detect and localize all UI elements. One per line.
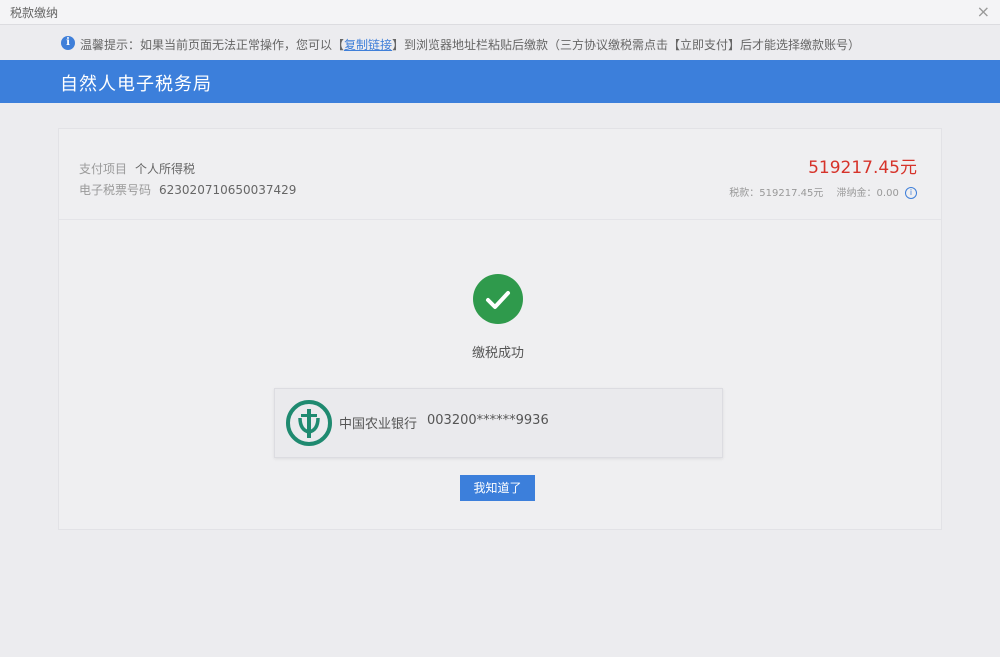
late-fee-label: 滞纳金： — [836, 188, 877, 199]
content-panel: 支付项目 个人所得税 电子税票号码 623020710650037429 51921… — [58, 128, 942, 530]
payment-dialog: 税款缴纳 × i 温馨提示：如果当前页面无法正常操作，您可以【复制链接】到浏览器… — [0, 0, 1000, 657]
tip-suffix: 】到浏览器地址栏粘贴后缴款（三方协议缴税需点击【立即支付】后才能选择缴款账号） — [392, 38, 861, 52]
title-bar: 税款缴纳 × — [0, 0, 1000, 25]
success-status-text: 缴税成功 — [471, 346, 524, 361]
tip-banner: i 温馨提示：如果当前页面无法正常操作，您可以【复制链接】到浏览器地址栏粘贴后缴… — [0, 30, 1000, 58]
payment-item-row: 支付项目 个人所得税 — [79, 160, 195, 177]
brand-title: 自然人电子税务局 — [60, 74, 212, 95]
check-circle-icon — [473, 274, 523, 324]
payment-item-label: 支付项目 — [79, 162, 128, 176]
tip-text: 温馨提示：如果当前页面无法正常操作，您可以【复制链接】到浏览器地址栏粘贴后缴款（… — [80, 36, 860, 53]
window-title: 税款缴纳 — [10, 6, 59, 20]
late-fee-value: 0.00 — [876, 188, 899, 199]
ticket-number-label: 电子税票号码 — [79, 183, 152, 197]
ticket-number-row: 电子税票号码 623020710650037429 — [79, 181, 296, 198]
tax-label: 税款： — [729, 188, 760, 199]
header-bar: 自然人电子税务局 — [0, 60, 1000, 103]
copy-link[interactable]: 复制链接 — [344, 38, 392, 52]
info-icon: i — [61, 36, 75, 50]
ticket-number-value: 623020710650037429 — [159, 183, 297, 197]
bank-name: 中国农业银行 — [339, 417, 418, 432]
amount-breakdown: 税款：519217.45元 滞纳金：0.00 i — [729, 184, 917, 199]
tax-value: 519217.45元 — [759, 188, 824, 199]
payment-item-value: 个人所得税 — [135, 162, 196, 176]
bank-account-card: 中国农业银行 003200******9936 — [274, 388, 723, 458]
info-circle-icon[interactable]: i — [905, 187, 917, 199]
total-amount: 519217.45元 — [808, 158, 917, 178]
payment-info: 支付项目 个人所得税 电子税票号码 623020710650037429 51921… — [59, 129, 941, 220]
close-icon[interactable]: × — [977, 2, 990, 21]
bank-account-number: 003200******9936 — [427, 413, 549, 428]
abc-bank-logo-icon — [286, 400, 332, 446]
acknowledge-button[interactable]: 我知道了 — [460, 475, 535, 501]
tip-prefix: 温馨提示：如果当前页面无法正常操作，您可以【 — [80, 38, 345, 52]
